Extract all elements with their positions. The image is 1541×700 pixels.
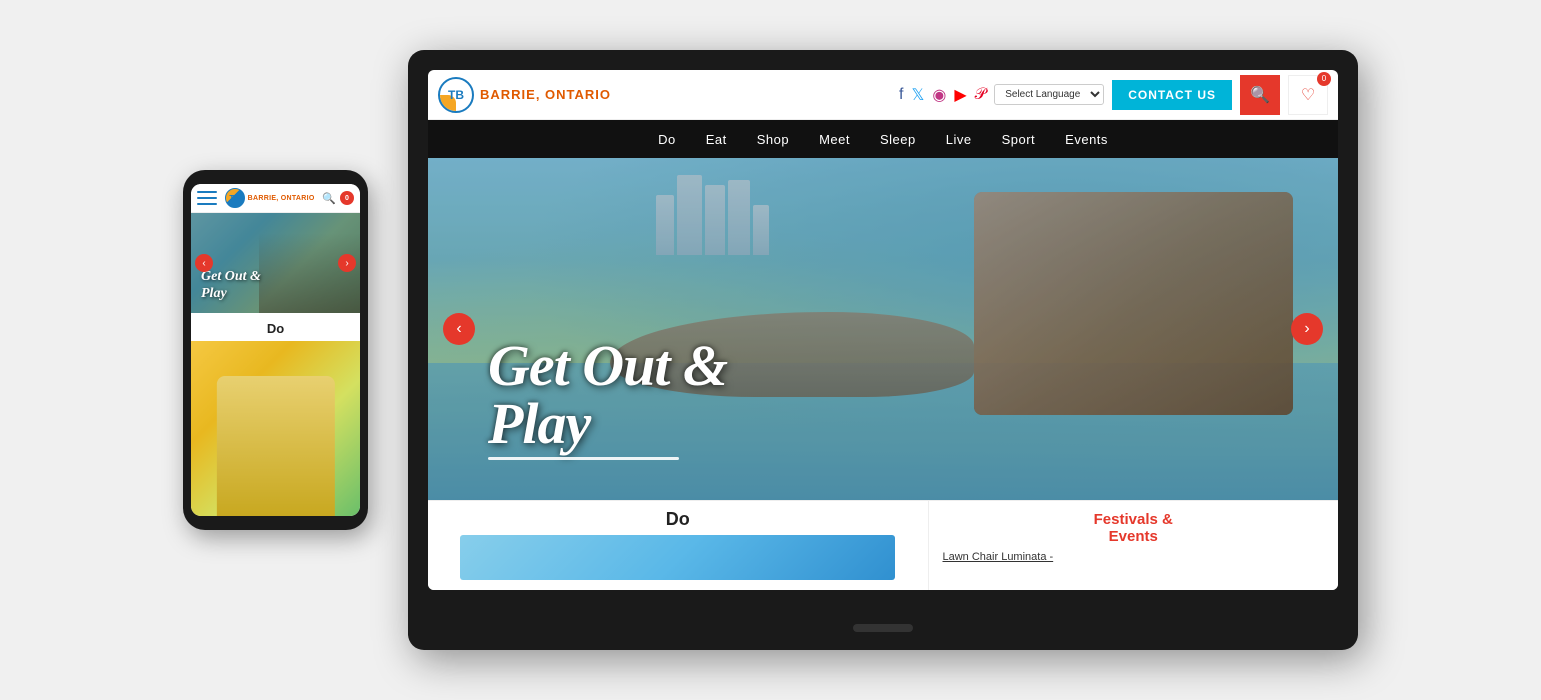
desktop-screen: TB BARRIE, ONTARIO f 𝕏 ◉ ▶ 𝒫 Select Lang…: [428, 70, 1338, 590]
desktop-bottom-strip: Do Festivals &Events Lawn Chair Luminata…: [428, 500, 1338, 590]
mobile-heart-badge[interactable]: 0: [340, 191, 354, 205]
hero-text: Get Out & Play: [488, 337, 727, 460]
youtube-icon[interactable]: ▶: [954, 85, 966, 105]
nav-item-live[interactable]: Live: [946, 132, 972, 147]
social-icons: f 𝕏 ◉ ▶ 𝒫: [899, 85, 986, 105]
header-right: f 𝕏 ◉ ▶ 𝒫 Select Language CONTACT US 🔍 ♡…: [899, 75, 1328, 115]
instagram-icon[interactable]: ◉: [932, 85, 946, 105]
hero-text-underline: [488, 457, 679, 460]
nav-item-shop[interactable]: Shop: [757, 132, 789, 147]
mobile-search-icon[interactable]: 🔍: [322, 192, 336, 205]
pinterest-icon[interactable]: 𝒫: [975, 86, 987, 104]
mobile-hero-text: Get Out & Play: [201, 269, 261, 303]
hero-next-arrow[interactable]: ›: [1291, 313, 1323, 345]
twitter-icon[interactable]: 𝕏: [912, 85, 925, 105]
bottom-events-section: Festivals &Events Lawn Chair Luminata -: [929, 501, 1339, 590]
events-title: Festivals &Events: [943, 511, 1325, 545]
favorites-badge: 0: [1317, 72, 1331, 86]
desktop-hero: Get Out & Play ‹ ›: [428, 158, 1338, 500]
mobile-prev-arrow[interactable]: ‹: [195, 254, 213, 272]
search-icon: 🔍: [1250, 85, 1270, 105]
mobile-hero-silhouettes: [259, 233, 360, 313]
search-button[interactable]: 🔍: [1240, 75, 1280, 115]
mobile-next-arrow[interactable]: ›: [338, 254, 356, 272]
mobile-card-child-figure: [216, 376, 334, 516]
desktop-logo: TB: [438, 77, 474, 113]
desktop-device: TB BARRIE, ONTARIO f 𝕏 ◉ ▶ 𝒫 Select Lang…: [408, 50, 1358, 650]
mobile-hero: Get Out & Play ‹ ›: [191, 213, 360, 313]
contact-us-button[interactable]: CONTACT US: [1112, 80, 1232, 110]
nav-item-sport[interactable]: Sport: [1002, 132, 1036, 147]
mobile-menu-button[interactable]: [197, 191, 217, 205]
nav-item-do[interactable]: Do: [658, 132, 676, 147]
mobile-screen: TB BARRIE, ONTARIO 🔍 0 Get Out & Play ‹: [191, 184, 360, 516]
mobile-icons-right: 🔍 0: [322, 191, 354, 205]
mobile-logo: TB: [225, 188, 245, 208]
events-link[interactable]: Lawn Chair Luminata -: [943, 551, 1054, 563]
nav-item-meet[interactable]: Meet: [819, 132, 850, 147]
desktop-logo-initials: TB: [448, 88, 464, 102]
desktop-brand: BARRIE, ONTARIO: [480, 87, 611, 102]
bottom-do-image: [460, 535, 895, 580]
hero-prev-arrow[interactable]: ‹: [443, 313, 475, 345]
nav-item-sleep[interactable]: Sleep: [880, 132, 916, 147]
favorites-button[interactable]: ♡ 0: [1288, 75, 1328, 115]
mobile-section-label: Do: [191, 313, 360, 341]
bottom-do-section: Do: [428, 501, 929, 590]
language-select[interactable]: Select Language: [994, 84, 1104, 105]
mobile-logo-initials: TB: [229, 194, 240, 203]
mobile-brand: BARRIE, ONTARIO: [248, 195, 315, 202]
desktop-header: TB BARRIE, ONTARIO f 𝕏 ◉ ▶ 𝒫 Select Lang…: [428, 70, 1338, 120]
facebook-icon[interactable]: f: [899, 86, 903, 104]
bottom-do-label: Do: [666, 509, 690, 530]
desktop-nav: Do Eat Shop Meet Sleep Live Sport Events: [428, 120, 1338, 158]
mobile-topbar: TB BARRIE, ONTARIO 🔍 0: [191, 184, 360, 213]
mobile-card-image: [191, 341, 360, 516]
header-logo-area: TB BARRIE, ONTARIO: [438, 77, 611, 113]
nav-item-events[interactable]: Events: [1065, 132, 1108, 147]
mobile-logo-area: TB BARRIE, ONTARIO: [225, 188, 315, 208]
nav-item-eat[interactable]: Eat: [706, 132, 727, 147]
heart-icon: ♡: [1301, 85, 1315, 105]
mobile-device: TB BARRIE, ONTARIO 🔍 0 Get Out & Play ‹: [183, 170, 368, 530]
